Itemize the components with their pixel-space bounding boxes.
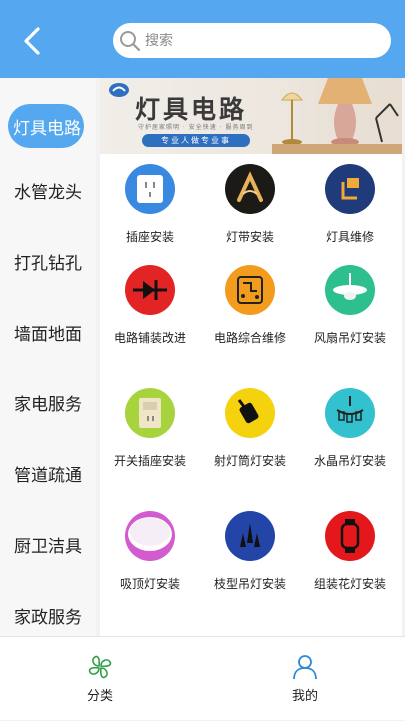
service-content: 灯具电路 守护居家照明 · 安全快速 · 服务周到 专业人做专业事 插座安装 灯… <box>100 78 402 636</box>
sidebar-item-plumbing-faucet[interactable]: 水管龙头 <box>0 168 96 212</box>
banner-subtext: 守护居家照明 · 安全快速 · 服务周到 <box>138 124 254 131</box>
lamp-icon <box>325 164 375 214</box>
service-label: 电路综合维修 <box>213 331 286 345</box>
light-strip-icon <box>225 164 275 214</box>
service-label: 组装花灯安装 <box>313 577 386 591</box>
service-label: 电路铺装改进 <box>113 331 186 345</box>
service-label: 插座安装 <box>125 230 174 244</box>
clover-icon <box>88 655 112 679</box>
service-item-fan-chandelier[interactable]: 风扇吊灯安装 <box>300 265 400 385</box>
sidebar-item-label: 家政服务 <box>14 607 82 628</box>
service-item-ceiling-light[interactable]: 吸顶灯安装 <box>100 511 200 631</box>
tab-label: 我的 <box>291 689 318 704</box>
search-input[interactable] <box>145 32 365 49</box>
sidebar-item-label: 管道疏通 <box>14 465 82 486</box>
sidebar-item-wall-floor[interactable]: 墙面地面 <box>0 310 96 354</box>
lantern-icon <box>325 511 375 561</box>
ceiling-fan-icon <box>325 265 375 315</box>
service-label: 开关插座安装 <box>113 454 186 468</box>
sidebar-item-label: 家电服务 <box>14 394 82 415</box>
socket-icon <box>125 164 175 214</box>
chandelier-icon <box>325 388 375 438</box>
service-label: 灯带安装 <box>225 230 274 244</box>
service-item-lantern[interactable]: 组装花灯安装 <box>300 511 400 631</box>
category-banner[interactable]: 灯具电路 守护居家照明 · 安全快速 · 服务周到 专业人做专业事 <box>100 78 402 154</box>
banner-tagline: 专业人做专业事 <box>142 134 250 147</box>
sidebar-item-label: 墙面地面 <box>14 324 82 345</box>
service-label: 枝型吊灯安装 <box>213 577 286 591</box>
sidebar-item-drilling[interactable]: 打孔钻孔 <box>0 239 96 283</box>
tab-category[interactable]: 分类 <box>40 637 160 721</box>
service-label: 射灯筒灯安装 <box>213 454 286 468</box>
service-label: 灯具维修 <box>325 230 374 244</box>
branch-pendant-icon <box>225 511 275 561</box>
switch-socket-icon <box>125 388 175 438</box>
category-sidebar: 灯具电路 水管龙头 打孔钻孔 墙面地面 家电服务 管道疏通 厨卫洁具 家政服务 <box>0 78 96 636</box>
sidebar-item-label: 打孔钻孔 <box>14 253 82 274</box>
sidebar-item-label: 水管龙头 <box>14 182 82 203</box>
circuit-board-icon <box>225 265 275 315</box>
banner-title: 灯具电路 <box>135 95 248 124</box>
service-item-circuit-install[interactable]: 电路铺装改进 <box>100 265 200 385</box>
spotlight-icon <box>225 388 275 438</box>
sidebar-item-lighting-circuit[interactable]: 灯具电路 <box>8 104 84 148</box>
service-label: 水晶吊灯安装 <box>313 454 386 468</box>
chevron-left-icon <box>24 27 40 55</box>
back-button[interactable] <box>18 24 48 58</box>
sidebar-item-label: 灯具电路 <box>13 118 81 139</box>
service-item-branch-pendant[interactable]: 枝型吊灯安装 <box>200 511 300 631</box>
sidebar-item-label: 厨卫洁具 <box>14 536 82 557</box>
search-bar[interactable] <box>113 23 391 58</box>
service-item-spotlight[interactable]: 射灯筒灯安装 <box>200 388 300 508</box>
tab-mine[interactable]: 我的 <box>245 637 365 721</box>
ceiling-light-icon <box>125 511 175 561</box>
tab-label: 分类 <box>86 689 113 704</box>
service-item-circuit-repair[interactable]: 电路综合维修 <box>200 265 300 385</box>
brand-logo-icon <box>109 83 129 97</box>
diode-icon <box>125 265 175 315</box>
bottom-tab-bar: 分类 我的 <box>0 636 405 720</box>
table-lamp-image <box>272 78 402 154</box>
sidebar-item-pipe-unclog[interactable]: 管道疏通 <box>0 451 96 495</box>
user-icon <box>293 655 317 680</box>
sidebar-item-kitchen-bath[interactable]: 厨卫洁具 <box>0 522 96 566</box>
top-header <box>0 0 405 78</box>
service-item-switch-socket[interactable]: 开关插座安装 <box>100 388 200 508</box>
service-label: 吸顶灯安装 <box>119 577 180 591</box>
sidebar-item-housekeeping[interactable]: 家政服务 <box>0 593 96 637</box>
service-label: 风扇吊灯安装 <box>313 331 386 345</box>
sidebar-item-appliance-service[interactable]: 家电服务 <box>0 380 96 424</box>
search-icon <box>120 30 141 51</box>
service-item-crystal-chandelier[interactable]: 水晶吊灯安装 <box>300 388 400 508</box>
